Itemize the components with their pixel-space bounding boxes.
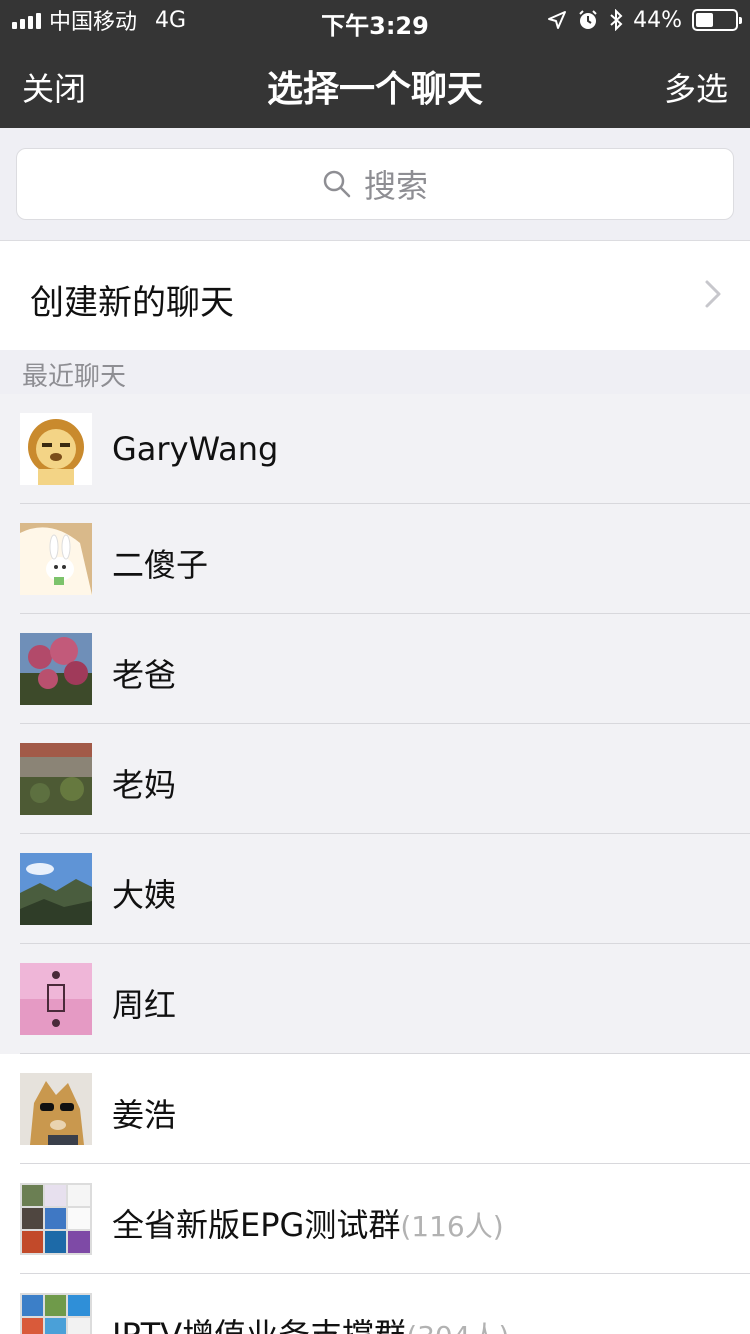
avatar	[20, 853, 92, 925]
chat-item-laoma[interactable]: 老妈	[0, 724, 750, 834]
chat-name: 全省新版EPG测试群(116人)	[112, 1206, 504, 1244]
status-bar: 中国移动 4G 下午3:29 44%	[0, 0, 750, 40]
avatar	[20, 523, 92, 595]
avatar	[20, 963, 92, 1035]
battery-percent: 44%	[633, 7, 682, 33]
multi-select-button[interactable]: 多选	[664, 64, 728, 110]
location-arrow-icon	[548, 11, 567, 29]
chat-name: 大姨	[112, 876, 177, 914]
chat-name: GaryWang	[112, 430, 279, 468]
chat-name: 周红	[112, 986, 177, 1024]
avatar	[20, 633, 92, 705]
avatar	[20, 743, 92, 815]
chat-name: 姜浩	[112, 1096, 177, 1134]
bluetooth-icon	[610, 9, 623, 31]
battery-icon	[692, 9, 742, 31]
chat-item-jianghao[interactable]: 姜浩	[0, 1054, 750, 1164]
chat-name: 老爸	[112, 656, 177, 694]
create-new-chat-label: 创建新的聊天	[30, 283, 234, 323]
avatar	[20, 413, 92, 485]
status-right: 44%	[547, 6, 742, 34]
chat-item-ershazi[interactable]: 二傻子	[0, 504, 750, 614]
search-icon	[323, 170, 351, 198]
nav-bar: 关闭 选择一个聊天 多选	[0, 40, 750, 128]
chat-name: 二傻子	[112, 546, 209, 584]
chat-item-garywang[interactable]: GaryWang	[0, 394, 750, 504]
chat-item-zhouhong[interactable]: 周红	[0, 944, 750, 1054]
create-new-chat-row[interactable]: 创建新的聊天	[0, 240, 750, 350]
chat-item-group-epg-test[interactable]: 全省新版EPG测试群(116人)	[0, 1164, 750, 1274]
chat-name: 老妈	[112, 766, 177, 804]
close-button[interactable]: 关闭	[22, 64, 86, 110]
alarm-clock-icon	[579, 10, 597, 29]
group-avatar	[20, 1183, 92, 1255]
chat-item-laoba[interactable]: 老爸	[0, 614, 750, 724]
chevron-right-icon	[705, 280, 721, 308]
recent-chat-list: GaryWang 二傻子 老爸 老妈 大姨 周红 姜浩 全省新版EPG测试群(1…	[0, 394, 750, 1334]
search-placeholder: 搜索	[363, 167, 428, 205]
section-header-recent: 最近聊天	[0, 350, 750, 394]
search-area: 搜索	[0, 128, 750, 238]
page-title: 选择一个聊天	[266, 69, 483, 110]
member-count: (304人)	[406, 1320, 509, 1334]
chat-name: IPTV增值业务支撑群(304人)	[112, 1310, 509, 1334]
screen: 中国移动 4G 下午3:29 44% 关闭 选择一个聊天 多选 搜索 创建新的聊…	[0, 0, 750, 1334]
group-avatar	[20, 1293, 92, 1334]
search-input[interactable]: 搜索	[16, 148, 734, 220]
avatar	[20, 1073, 92, 1145]
chat-item-group-iptv[interactable]: IPTV增值业务支撑群(304人)	[0, 1274, 750, 1334]
chat-item-dayi[interactable]: 大姨	[0, 834, 750, 944]
member-count: (116人)	[400, 1210, 504, 1243]
section-header-label: 最近聊天	[22, 362, 127, 392]
